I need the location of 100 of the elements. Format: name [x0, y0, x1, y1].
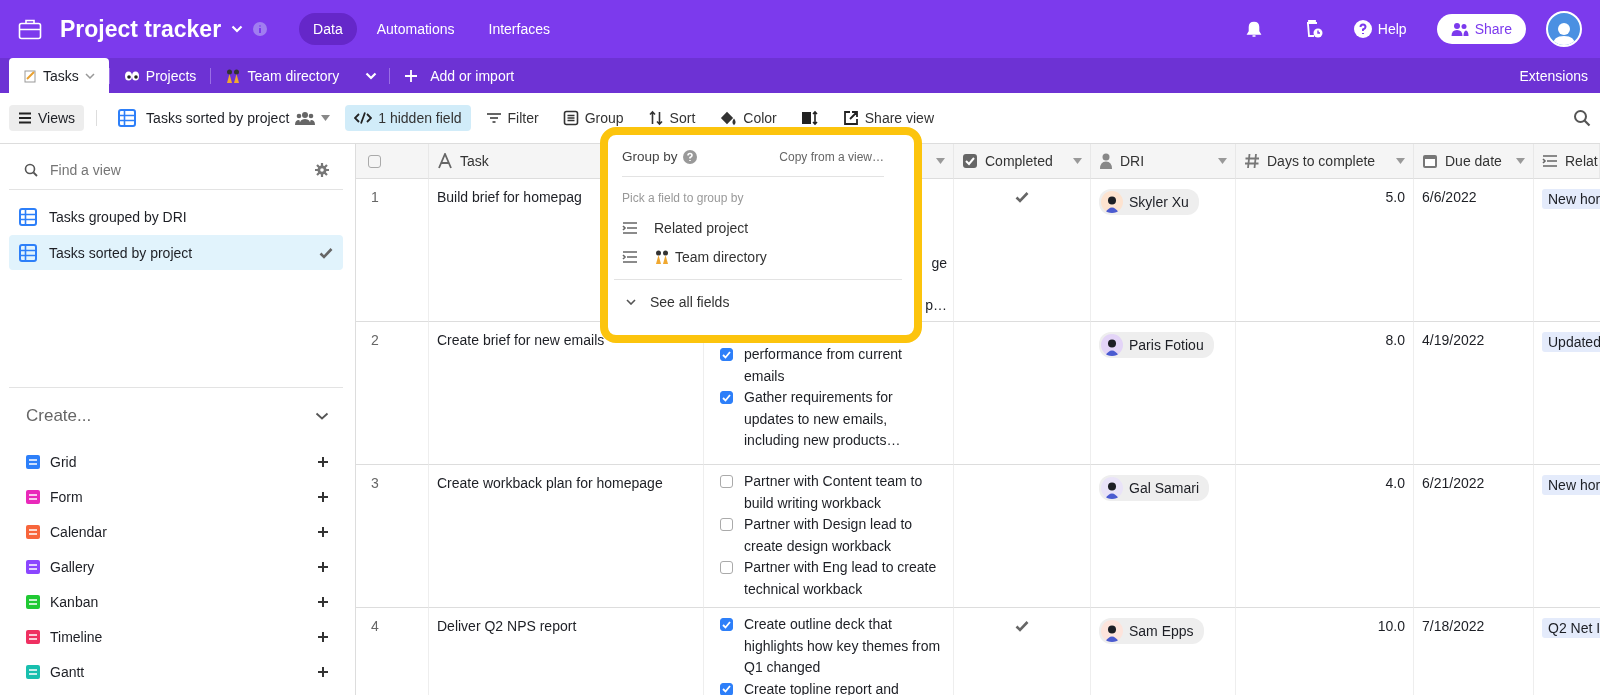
user-avatar[interactable] — [1546, 11, 1582, 47]
extensions-button[interactable]: Extensions — [1507, 58, 1600, 93]
due-date-cell: 7/18/2022 — [1414, 608, 1534, 695]
menu-icon — [18, 112, 32, 124]
person-chip: Skyler Xu — [1099, 189, 1199, 215]
table-tab[interactable]: Team directory — [211, 58, 354, 93]
create-view-item[interactable]: Gantt — [9, 654, 343, 689]
caret-icon[interactable] — [936, 158, 945, 164]
subtask-checkbox[interactable] — [720, 618, 733, 631]
create-view-item[interactable]: Grid — [9, 444, 343, 479]
caret-icon[interactable] — [321, 115, 331, 121]
column-header[interactable]: Days to complete — [1236, 144, 1414, 179]
views-button[interactable]: Views — [9, 105, 85, 131]
create-view-item[interactable]: Kanban — [9, 584, 343, 619]
toolbar-button[interactable]: Group — [553, 105, 633, 131]
create-view-item[interactable]: Timeline — [9, 619, 343, 654]
chevron-down-icon — [626, 299, 636, 305]
subtask-text: ge — [931, 254, 947, 273]
row-number: 2 — [356, 322, 429, 465]
person-chip: Gal Samari — [1099, 475, 1210, 501]
view-name-button[interactable]: Tasks sorted by project — [109, 104, 340, 132]
subtask-checkbox[interactable] — [720, 475, 733, 488]
subtask-text: performance from current emails — [744, 345, 903, 386]
create-view-item[interactable]: Form — [9, 479, 343, 514]
number-field-icon — [1244, 153, 1260, 169]
table-tab[interactable]: Projects — [109, 58, 211, 93]
create-view-toggle[interactable]: Create... — [9, 388, 343, 444]
subtask-checkbox[interactable] — [720, 682, 733, 695]
chevron-down-icon — [231, 25, 244, 33]
due-date-cell: 6/21/2022 — [1414, 465, 1534, 608]
plus-icon — [317, 560, 329, 573]
chevron-down-icon — [365, 71, 378, 80]
toolbar-button[interactable]: Sort — [638, 105, 705, 131]
view-list-item[interactable]: Tasks sorted by project — [9, 235, 343, 270]
row-number: 1 — [356, 179, 429, 322]
subtask-text: Partner with Design lead to create design workback — [744, 515, 914, 556]
linked-record-icon — [1542, 154, 1558, 168]
search-icon — [24, 163, 38, 177]
person-chip: Paris Fotiou — [1099, 332, 1214, 358]
column-header[interactable]: Due date — [1414, 144, 1534, 179]
toolbar-button[interactable]: Color — [710, 105, 786, 131]
caret-icon[interactable] — [1073, 158, 1082, 164]
hidden-code-icon — [354, 111, 373, 125]
subtask-checkbox[interactable] — [720, 518, 733, 531]
subtask-text: Partner with Content team to build writing workback — [744, 472, 924, 513]
toolbar-button[interactable]: Filter — [476, 105, 548, 131]
plus-icon — [317, 630, 329, 643]
people-icon — [1450, 22, 1469, 36]
sort-icon — [647, 110, 664, 126]
caret-icon[interactable] — [1218, 158, 1227, 164]
memo-icon — [23, 68, 37, 83]
related-project-chip: New hor — [1542, 189, 1600, 209]
chevron-down-icon — [84, 72, 95, 79]
caret-icon[interactable] — [1396, 158, 1405, 164]
caret-icon[interactable] — [1516, 158, 1525, 164]
plus-icon — [317, 525, 329, 538]
help-icon — [682, 149, 697, 164]
task-cell: Create workback plan for homepage — [429, 465, 704, 608]
subtask-text: Partner with Eng lead to create technical workback — [744, 558, 938, 599]
related-project-chip: New hor — [1542, 475, 1600, 495]
settings-icon — [315, 163, 329, 177]
column-header[interactable]: Relat — [1534, 144, 1600, 179]
external-link-icon — [842, 110, 859, 126]
select-all-checkbox[interactable] — [368, 154, 381, 168]
share-button[interactable]: Share — [1436, 14, 1526, 44]
days-cell: 4.0 — [1236, 465, 1414, 608]
dancers-icon — [654, 249, 670, 264]
subtask-checkbox[interactable] — [720, 391, 733, 404]
copy-from-view-link[interactable]: Copy from a view… — [779, 149, 884, 164]
calendar-icon — [1422, 153, 1438, 169]
nav-tab[interactable]: Data — [299, 13, 357, 45]
person-chip: Sam Epps — [1099, 618, 1204, 644]
hidden-fields-button[interactable]: 1 hidden field — [345, 105, 471, 131]
related-project-chip: Updated — [1542, 332, 1600, 352]
paint-bucket-icon — [719, 110, 738, 126]
subtask-checkbox[interactable] — [720, 348, 733, 361]
nav-tab[interactable]: Interfaces — [474, 13, 564, 45]
view-list-item[interactable]: Tasks grouped by DRI — [9, 199, 343, 234]
days-cell: 5.0 — [1236, 179, 1414, 322]
table-tab[interactable]: Tasks — [9, 58, 109, 93]
people-icon — [295, 111, 316, 125]
plus-icon — [317, 455, 329, 468]
base-title: Project tracker — [60, 15, 222, 43]
subtask-checkbox[interactable] — [720, 561, 733, 574]
help-button[interactable]: Help — [1347, 19, 1413, 39]
info-icon — [253, 22, 268, 36]
column-header[interactable]: DRI — [1091, 144, 1236, 179]
subtask-text: Create outline deck that highlights how key themes from Q1 changed — [744, 615, 942, 677]
group-icon — [562, 110, 579, 126]
add-or-import-button[interactable]: Add or import — [390, 58, 529, 93]
eyes-icon — [123, 69, 140, 82]
help-icon — [1353, 20, 1372, 38]
column-header[interactable]: Completed — [954, 144, 1091, 179]
create-view-item[interactable]: Calendar — [9, 514, 343, 549]
subtask-text: p… — [925, 296, 947, 315]
dancers-icon — [225, 68, 242, 83]
create-view-item[interactable]: Gallery — [9, 549, 343, 584]
plus-icon — [317, 490, 329, 503]
nav-tab[interactable]: Automations — [362, 13, 469, 45]
share-view-button[interactable]: Share view — [833, 105, 944, 131]
